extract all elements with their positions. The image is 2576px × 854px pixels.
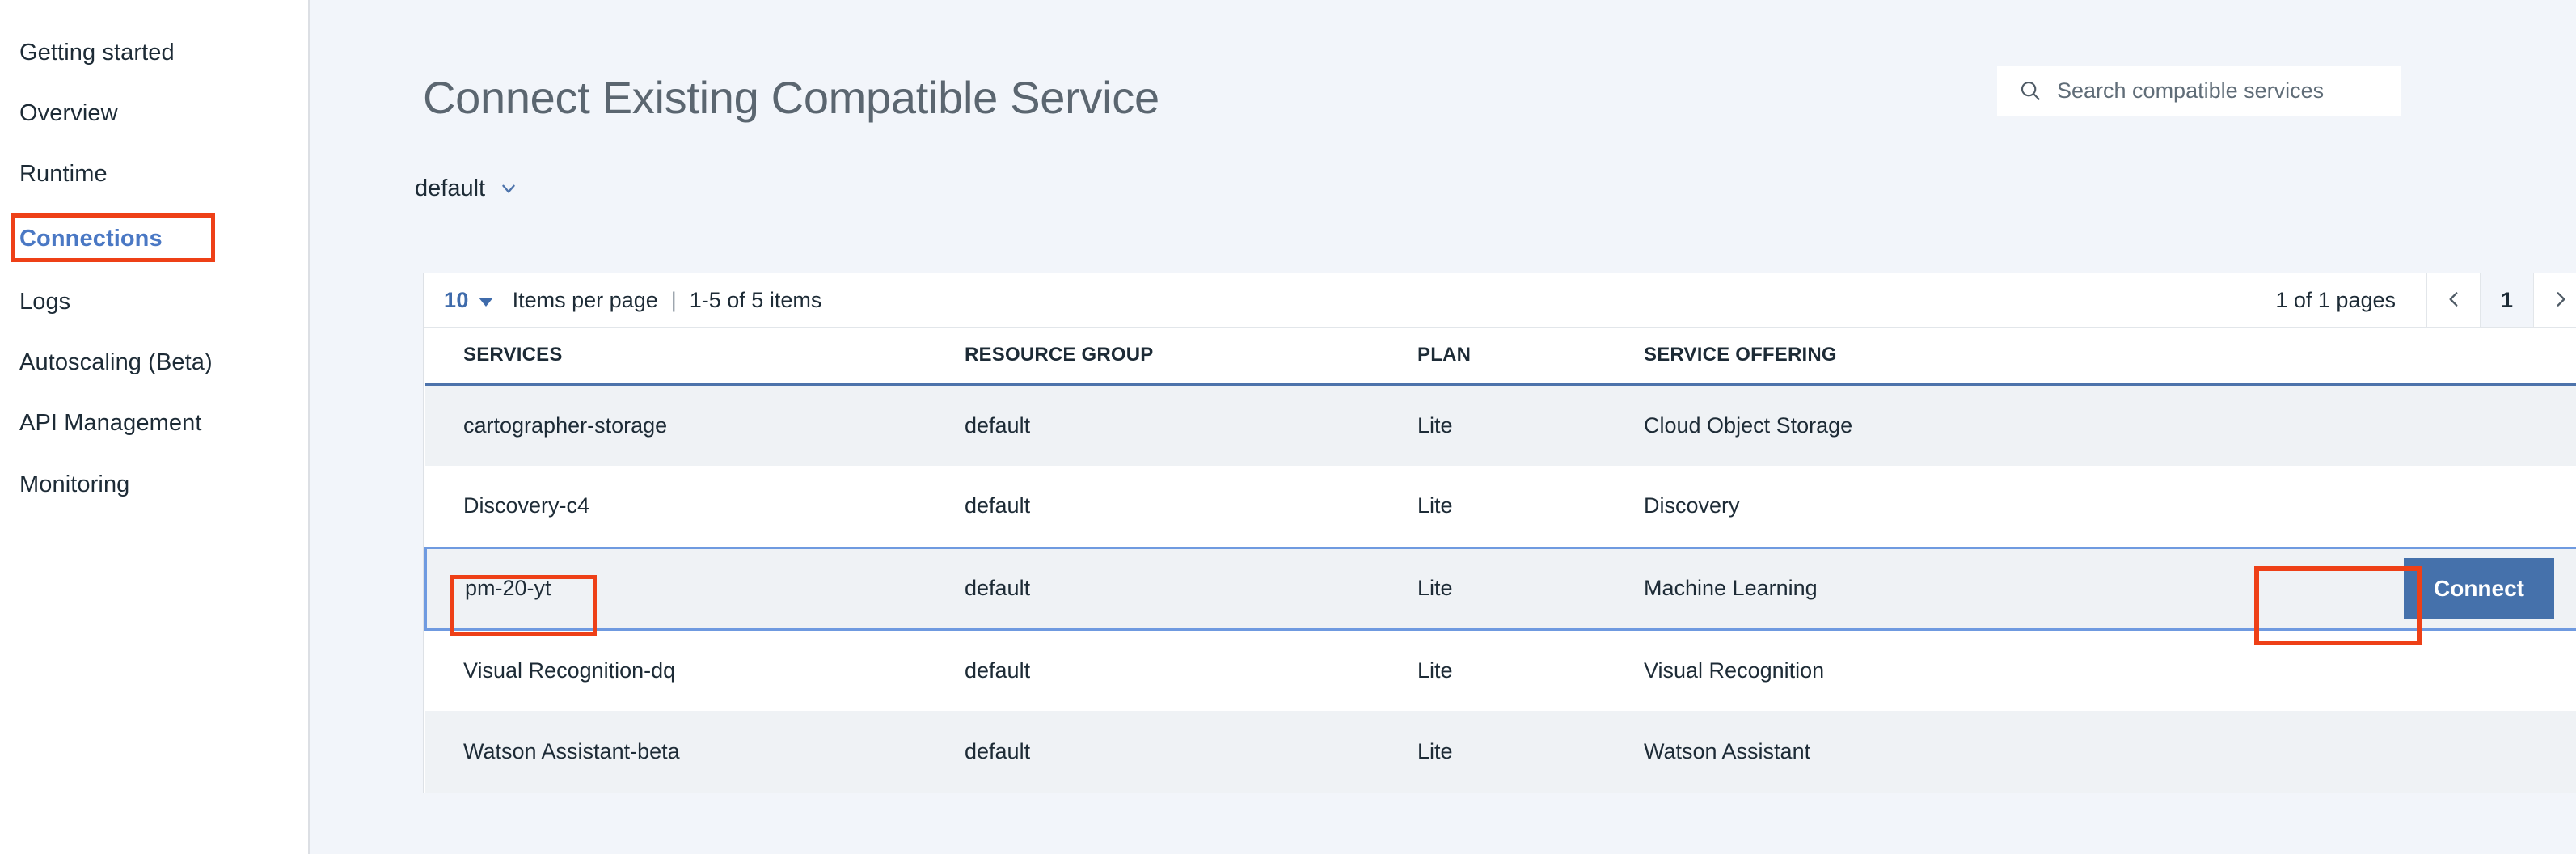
- resource-group-value: default: [415, 175, 486, 201]
- table-row[interactable]: cartographer-storage default Lite Cloud …: [425, 384, 2576, 466]
- cell-actions: [2095, 384, 2576, 466]
- column-header-plan[interactable]: PLAN: [1379, 328, 1606, 386]
- services-table: SERVICES RESOURCE GROUP PLAN SERVICE OFF…: [424, 328, 2576, 793]
- sidebar-item-logs[interactable]: Logs: [19, 283, 70, 320]
- next-page-button[interactable]: [2533, 273, 2576, 327]
- column-header-services[interactable]: SERVICES: [425, 328, 927, 386]
- sidebar-item-connections[interactable]: Connections: [19, 220, 163, 257]
- table-row[interactable]: Watson Assistant-beta default Lite Watso…: [425, 711, 2576, 793]
- items-per-page-value: 10: [444, 287, 469, 312]
- page-title: Connect Existing Compatible Service: [423, 72, 1159, 123]
- table-body: cartographer-storage default Lite Cloud …: [424, 384, 2576, 793]
- cell-service-offering: Discovery: [1606, 466, 2096, 547]
- current-page-button[interactable]: 1: [2480, 273, 2533, 327]
- previous-page-button[interactable]: [2426, 273, 2480, 327]
- cell-actions: [2095, 466, 2576, 547]
- sidebar-item-label: Runtime: [19, 160, 108, 187]
- cell-plan: Lite: [1379, 546, 1606, 631]
- column-header-actions: [2095, 328, 2576, 386]
- column-header-resource-group[interactable]: RESOURCE GROUP: [927, 328, 1379, 386]
- item-range-text: 1-5 of 5 items: [689, 287, 822, 312]
- search-input[interactable]: [2057, 66, 2380, 116]
- cell-plan: Lite: [1379, 384, 1606, 466]
- items-per-page-label: Items per page: [512, 287, 658, 312]
- sidebar-item-label: Monitoring: [19, 471, 130, 497]
- pagination-toolbar: 10 Items per page | 1-5 of 5 items 1 of …: [424, 273, 2576, 328]
- cell-service: pm-20-yt: [424, 546, 927, 631]
- page-count-text: 1 of 1 pages: [2275, 287, 2396, 312]
- table-head: SERVICES RESOURCE GROUP PLAN SERVICE OFF…: [425, 328, 2576, 386]
- cell-plan: Lite: [1379, 711, 1606, 793]
- cell-actions: [2095, 629, 2576, 711]
- cell-service-offering: Cloud Object Storage: [1606, 384, 2096, 466]
- table-row[interactable]: Discovery-c4 default Lite Discovery: [425, 466, 2576, 547]
- cell-actions: [2095, 711, 2576, 793]
- cell-service-offering: Watson Assistant: [1606, 711, 2096, 793]
- main-content: Connect Existing Compatible Service defa…: [311, 0, 2576, 854]
- cell-resource-group: default: [927, 466, 1379, 547]
- sidebar-item-api-management[interactable]: API Management: [19, 404, 201, 442]
- cell-service: cartographer-storage: [425, 384, 927, 466]
- connect-button[interactable]: Connect: [2404, 557, 2554, 619]
- pagination-left: 10 Items per page | 1-5 of 5 items: [424, 288, 821, 313]
- resource-group-dropdown[interactable]: default: [415, 171, 519, 205]
- cell-plan: Lite: [1379, 629, 1606, 711]
- cell-service-offering: Machine Learning: [1606, 546, 2096, 631]
- chevron-right-icon: [2550, 289, 2571, 312]
- sidebar-item-label: Overview: [19, 99, 118, 126]
- chevron-down-icon: [498, 178, 519, 199]
- items-per-page-select[interactable]: 10: [444, 288, 495, 313]
- cell-resource-group: default: [927, 546, 1379, 631]
- pagination-right: 1 of 1 pages 1: [2275, 273, 2576, 327]
- cell-service: Discovery-c4: [425, 466, 927, 547]
- caret-down-icon: [477, 296, 495, 311]
- column-header-service-offering[interactable]: SERVICE OFFERING: [1606, 328, 2096, 386]
- sidebar-item-label: Logs: [19, 288, 71, 315]
- table-header-row: SERVICES RESOURCE GROUP PLAN SERVICE OFF…: [425, 328, 2576, 386]
- cell-plan: Lite: [1379, 466, 1606, 547]
- cell-service: Watson Assistant-beta: [425, 711, 927, 793]
- cell-service: Visual Recognition-dq: [425, 629, 927, 711]
- cell-resource-group: default: [927, 384, 1379, 466]
- table-row-selected[interactable]: pm-20-yt default Lite Machine Learning C…: [424, 546, 2576, 631]
- pagination-divider: |: [670, 287, 677, 312]
- sidebar-item-overview[interactable]: Overview: [19, 95, 118, 132]
- sidebar-item-monitoring[interactable]: Monitoring: [19, 466, 129, 503]
- sidebar-item-runtime[interactable]: Runtime: [19, 155, 108, 192]
- cell-service-offering: Visual Recognition: [1606, 629, 2096, 711]
- chevron-left-icon: [2443, 289, 2464, 312]
- cell-resource-group: default: [927, 711, 1379, 793]
- sidebar-item-getting-started[interactable]: Getting started: [19, 34, 175, 71]
- sidebar-item-label: Connections: [19, 225, 163, 252]
- services-table-card: 10 Items per page | 1-5 of 5 items 1 of …: [423, 273, 2576, 793]
- table-row[interactable]: Visual Recognition-dq default Lite Visua…: [425, 629, 2576, 711]
- search-icon: [2018, 78, 2042, 103]
- search-field[interactable]: [1997, 66, 2401, 116]
- sidebar-item-label: Getting started: [19, 39, 175, 66]
- cell-resource-group: default: [927, 629, 1379, 711]
- sidebar-item-label: Autoscaling (Beta): [19, 349, 213, 375]
- sidebar: Getting started Overview Runtime Connect…: [0, 0, 310, 854]
- sidebar-item-autoscaling[interactable]: Autoscaling (Beta): [19, 344, 213, 381]
- cell-actions: Connect: [2095, 546, 2576, 631]
- sidebar-item-label: API Management: [19, 409, 202, 436]
